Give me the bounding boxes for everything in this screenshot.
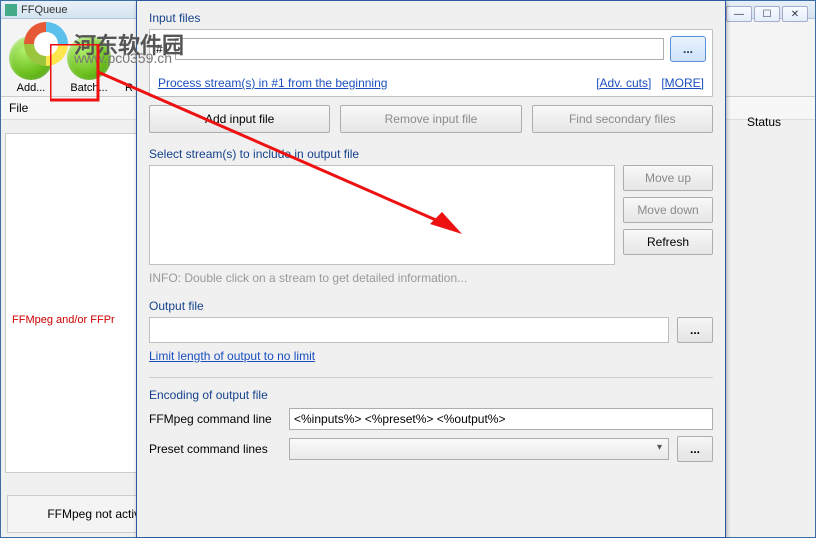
refresh-button[interactable]: Refresh xyxy=(623,229,713,255)
add-input-file-button[interactable]: Add input file xyxy=(149,105,330,133)
input-files-group: #1 ... Process stream(s) in #1 from the … xyxy=(149,29,713,97)
window-title: FFQueue xyxy=(21,4,67,16)
preset-cmd-label: Preset command lines xyxy=(149,442,281,456)
output-file-path[interactable] xyxy=(149,317,669,343)
status-text: FFMpeg not active xyxy=(47,507,146,521)
file-column[interactable]: File xyxy=(9,101,129,115)
batch-label: Batch... xyxy=(70,82,107,94)
add-label: Add... xyxy=(17,82,46,94)
preset-select[interactable] xyxy=(289,438,669,460)
input-files-label: Input files xyxy=(149,11,713,25)
process-stream-link[interactable]: Process stream(s) in #1 from the beginni… xyxy=(158,76,387,90)
r-label: R xyxy=(125,82,133,94)
error-message: FFMpeg and/or FFPr xyxy=(12,314,115,326)
browse-input-button[interactable]: ... xyxy=(670,36,706,62)
adv-cuts-link[interactable]: [Adv. cuts] xyxy=(596,76,651,90)
limit-length-link[interactable]: Limit length of output to no limit xyxy=(149,349,315,363)
maximize-button[interactable]: ☐ xyxy=(754,6,780,22)
minimize-button[interactable]: — xyxy=(726,6,752,22)
more-link[interactable]: [MORE] xyxy=(661,76,704,90)
ffmpeg-cmd-input[interactable] xyxy=(289,408,713,430)
preset-browse-button[interactable]: ... xyxy=(677,436,713,462)
r-button[interactable]: R xyxy=(125,80,133,94)
remove-input-file-button[interactable]: Remove input file xyxy=(340,105,521,133)
watermark-logo-icon xyxy=(24,22,68,66)
file-list[interactable]: FFMpeg and/or FFPr xyxy=(5,133,137,473)
input-file-path[interactable] xyxy=(175,38,664,60)
select-streams-label: Select stream(s) to include in output fi… xyxy=(149,147,713,161)
info-hint: INFO: Double click on a stream to get de… xyxy=(149,271,713,285)
ffmpeg-cmd-label: FFMpeg command line xyxy=(149,412,281,426)
output-file-label: Output file xyxy=(149,299,713,313)
encoding-label: Encoding of output file xyxy=(149,388,713,402)
status-column[interactable]: Status xyxy=(747,115,807,129)
close-button[interactable]: ✕ xyxy=(782,6,808,22)
move-up-button[interactable]: Move up xyxy=(623,165,713,191)
separator xyxy=(149,377,713,378)
watermark-url: www.pc0359.cn xyxy=(74,50,172,66)
find-secondary-button[interactable]: Find secondary files xyxy=(532,105,713,133)
streams-list[interactable] xyxy=(149,165,615,265)
move-down-button[interactable]: Move down xyxy=(623,197,713,223)
window-controls: — ☐ ✕ xyxy=(726,6,808,22)
app-icon xyxy=(5,4,17,16)
browse-output-button[interactable]: ... xyxy=(677,317,713,343)
job-dialog: Input files #1 ... Process stream(s) in … xyxy=(136,0,726,538)
